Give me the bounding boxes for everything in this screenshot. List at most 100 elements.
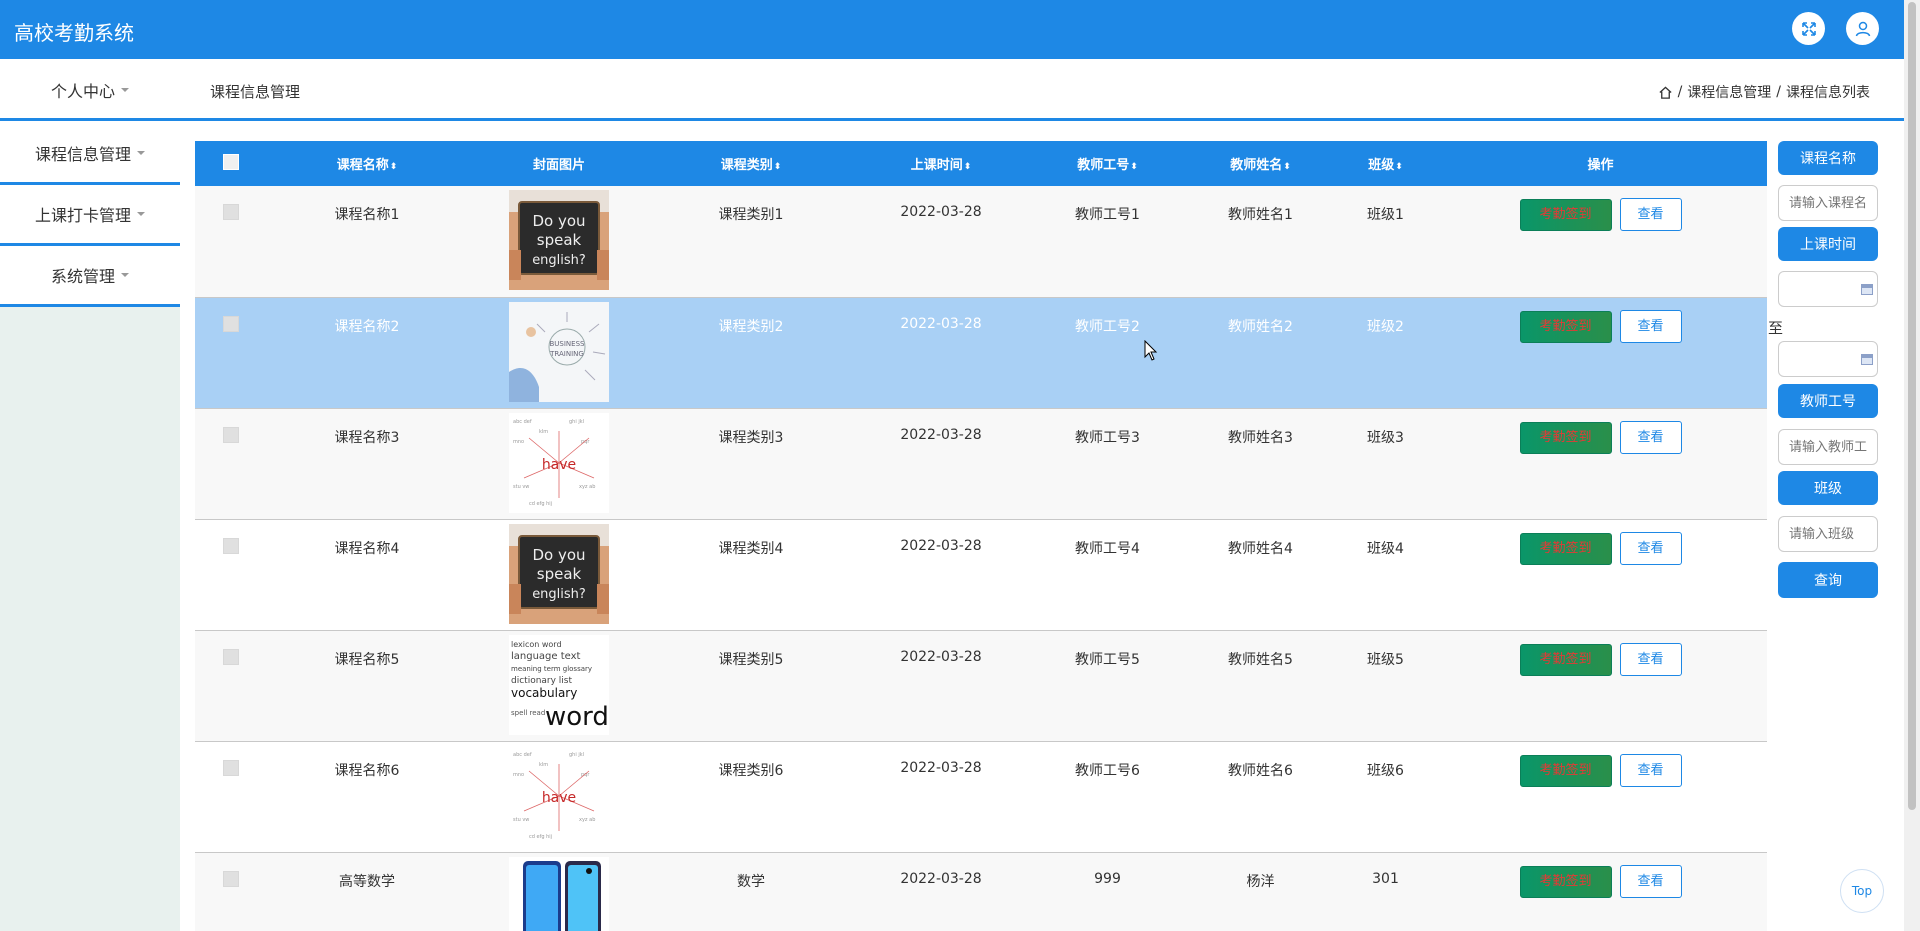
page-title: 课程信息管理 — [210, 83, 301, 101]
header-teacher-name[interactable]: 教师姓名⬍ — [1184, 141, 1337, 186]
cell-teacher-name: 教师姓名2 — [1228, 318, 1293, 335]
header-label: 课程名称 — [336, 158, 389, 173]
row-checkbox[interactable] — [223, 648, 239, 665]
svg-text:ghi jkl: ghi jkl — [569, 419, 584, 425]
cell-teacher-name: 教师姓名6 — [1228, 762, 1293, 779]
scrollbar-thumb[interactable] — [1908, 2, 1916, 810]
calendar-icon[interactable] — [1861, 284, 1873, 295]
header-class-time[interactable]: 上课时间⬍ — [851, 141, 1031, 186]
header-cover: 封面图片 — [467, 141, 651, 186]
table-row[interactable]: 课程名称5 lexicon word language text meaning t… — [195, 630, 1767, 741]
svg-text:cd efg hij: cd efg hij — [529, 834, 552, 840]
table-row[interactable]: 课程名称2 BUSINESS TRAINING 课程类别2 2022-03-28 … — [195, 297, 1767, 408]
sort-icon[interactable]: ⬍ — [1283, 162, 1291, 172]
class-input[interactable] — [1778, 516, 1878, 552]
row-checkbox[interactable] — [223, 204, 239, 220]
view-button[interactable]: 查看 — [1619, 753, 1682, 787]
calendar-icon[interactable] — [1861, 354, 1873, 365]
cell-class-time: 2022-03-28 — [900, 315, 982, 332]
checkin-sign-button[interactable]: 考勤签到 — [1519, 532, 1612, 565]
svg-text:abc def: abc def — [513, 419, 532, 425]
cell-class: 班级2 — [1367, 318, 1404, 335]
start-date-input[interactable] — [1778, 271, 1878, 307]
course-name-label-button[interactable]: 课程名称 — [1778, 141, 1878, 175]
row-select-cell[interactable] — [195, 630, 267, 741]
class-time-label-button[interactable]: 上课时间 — [1778, 227, 1878, 261]
checkin-sign-button[interactable]: 考勤签到 — [1519, 865, 1612, 898]
row-checkbox[interactable] — [223, 315, 239, 332]
header-select-all[interactable] — [195, 141, 267, 186]
cover-image: abc def ghi jkl mno pqr stu vw xyz ab cd efg h… — [509, 745, 609, 846]
cell-cover: Do you speak english? — [467, 186, 651, 297]
row-checkbox[interactable] — [223, 870, 239, 887]
svg-text:abc def: abc def — [513, 752, 532, 758]
row-select-cell[interactable] — [195, 408, 267, 519]
header-teacher-id[interactable]: 教师工号⬍ — [1031, 141, 1184, 186]
course-name-input[interactable] — [1778, 185, 1878, 221]
sort-icon[interactable]: ⬍ — [1130, 162, 1138, 172]
teacher-id-input[interactable] — [1778, 429, 1878, 465]
checkin-sign-button[interactable]: 考勤签到 — [1519, 643, 1612, 676]
cover-image: Do you speak english? — [509, 190, 609, 290]
row-checkbox[interactable] — [223, 537, 239, 554]
row-select-cell[interactable] — [195, 297, 267, 408]
svg-text:klm: klm — [539, 762, 548, 768]
view-button[interactable]: 查看 — [1619, 309, 1682, 343]
table-row[interactable]: 课程名称1 Do you speak english? 课程类别1 2022-03-… — [195, 186, 1767, 297]
row-select-cell[interactable] — [195, 741, 267, 852]
home-icon[interactable] — [1658, 85, 1673, 100]
view-button[interactable]: 查看 — [1619, 531, 1682, 565]
query-button[interactable]: 查询 — [1778, 562, 1878, 598]
sidebar-item-system[interactable]: 系统管理 — [0, 246, 180, 307]
svg-text:cd efg hij: cd efg hij — [529, 501, 552, 507]
sort-icon[interactable]: ⬍ — [964, 162, 972, 172]
cell-teacher-name: 教师姓名5 — [1228, 651, 1293, 668]
checkin-sign-button[interactable]: 考勤签到 — [1519, 754, 1612, 787]
sort-icon[interactable]: ⬍ — [390, 162, 398, 172]
end-date-input[interactable] — [1778, 341, 1878, 377]
page-scrollbar[interactable] — [1904, 0, 1920, 931]
row-select-cell[interactable] — [195, 186, 267, 297]
view-button[interactable]: 查看 — [1619, 420, 1682, 454]
cell-teacher-name: 教师姓名3 — [1228, 429, 1293, 446]
row-select-cell[interactable] — [195, 852, 267, 931]
header-class[interactable]: 班级⬍ — [1337, 141, 1434, 186]
table-row[interactable]: 课程名称3 abc def ghi jkl mno pqr stu vw xyz ab cd… — [195, 408, 1767, 519]
header-course-type[interactable]: 课程类别⬍ — [651, 141, 851, 186]
view-button[interactable]: 查看 — [1619, 864, 1682, 898]
back-to-top-button[interactable]: Top — [1840, 869, 1884, 913]
checkin-sign-button[interactable]: 考勤签到 — [1519, 310, 1612, 343]
table-row[interactable]: 高等数学 数学 2022-03-28 999 杨洋 301 考勤签到 查看 — [195, 852, 1767, 931]
row-checkbox[interactable] — [223, 426, 239, 443]
checkin-sign-button[interactable]: 考勤签到 — [1519, 421, 1612, 454]
svg-text:BUSINESS: BUSINESS — [550, 340, 586, 348]
sidebar-item-course-info[interactable]: 课程信息管理 — [0, 124, 180, 185]
checkin-sign-button[interactable]: 考勤签到 — [1519, 199, 1612, 231]
sort-icon[interactable]: ⬍ — [774, 162, 782, 172]
personal-center-menu[interactable]: 个人中心 — [0, 59, 180, 121]
svg-text:english?: english? — [532, 253, 586, 268]
sidebar-item-checkin[interactable]: 上课打卡管理 — [0, 185, 180, 246]
view-button[interactable]: 查看 — [1619, 642, 1682, 676]
teacher-id-label-button[interactable]: 教师工号 — [1778, 384, 1878, 418]
svg-text:vocabulary: vocabulary — [511, 686, 577, 700]
row-select-cell[interactable] — [195, 519, 267, 630]
svg-text:stu vw: stu vw — [513, 817, 529, 823]
user-icon[interactable] — [1846, 12, 1879, 45]
app-title: 高校考勤系统 — [14, 21, 134, 45]
fullscreen-icon[interactable] — [1792, 12, 1825, 45]
cell-teacher-name: 教师姓名4 — [1228, 540, 1293, 557]
table-row[interactable]: 课程名称4 Do you speak english? 课程类别4 2022-03-… — [195, 519, 1767, 630]
header-course-name[interactable]: 课程名称⬍ — [267, 141, 467, 186]
select-all-checkbox[interactable] — [223, 153, 239, 170]
cell-class-time: 2022-03-28 — [900, 759, 982, 776]
sidebar: 课程信息管理 上课打卡管理 系统管理 — [0, 124, 180, 931]
row-checkbox[interactable] — [223, 759, 239, 776]
breadcrumb-item-course-manage[interactable]: 课程信息管理 — [1687, 82, 1771, 102]
class-label-button[interactable]: 班级 — [1778, 471, 1878, 505]
sort-icon[interactable]: ⬍ — [1395, 162, 1403, 172]
svg-text:meaning term glossary: meaning term glossary — [511, 665, 592, 673]
view-button[interactable]: 查看 — [1619, 198, 1682, 231]
table-row[interactable]: 课程名称6 abc def ghi jkl mno pqr stu vw xyz ab cd… — [195, 741, 1767, 852]
personal-center-label: 个人中心 — [50, 82, 115, 101]
